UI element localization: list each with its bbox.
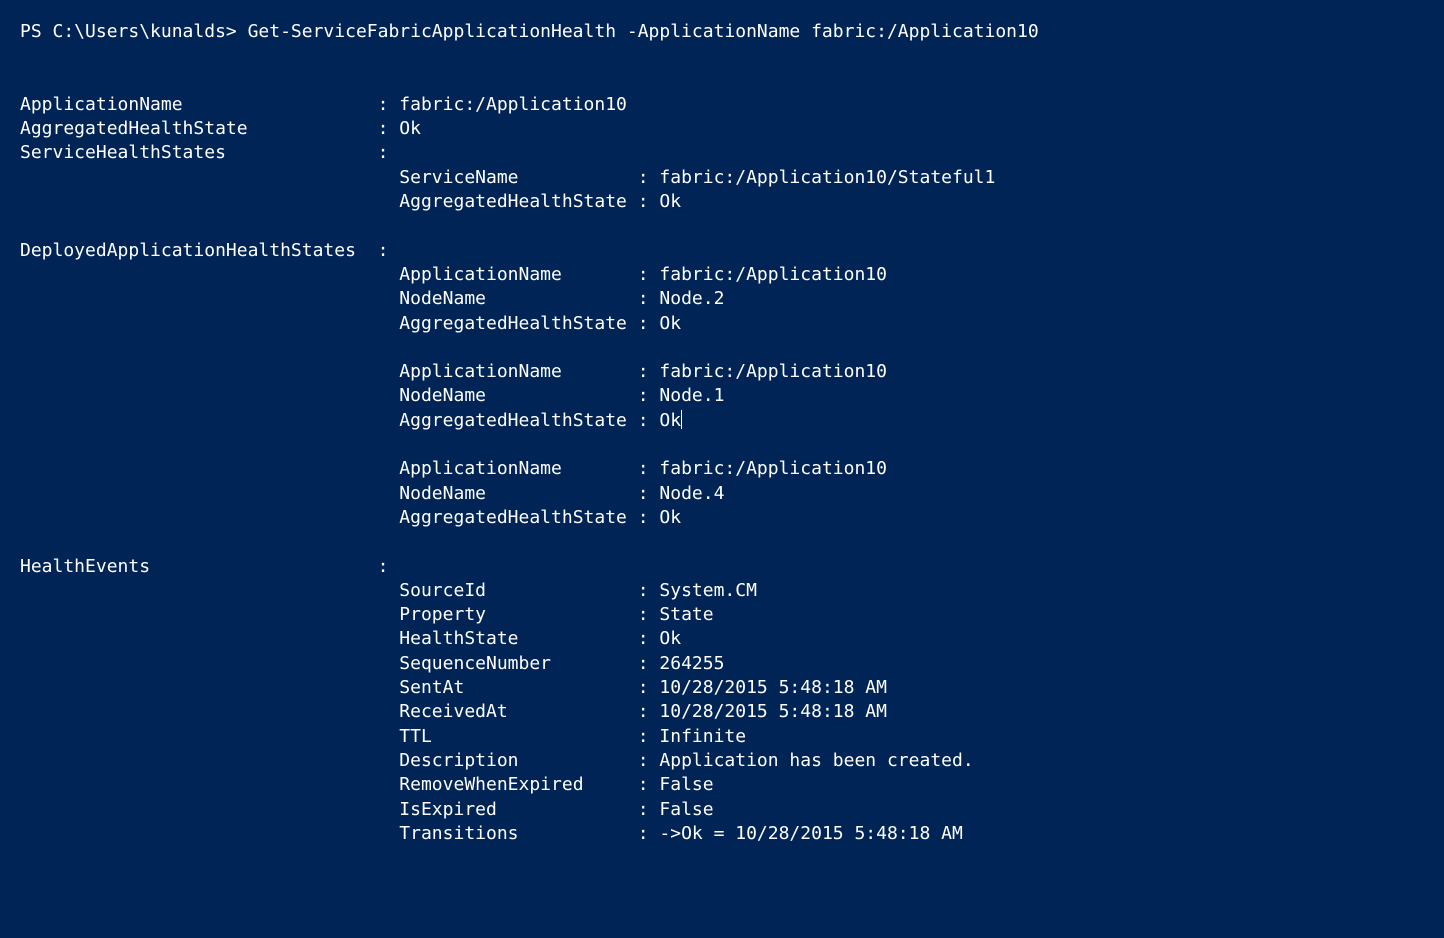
dep1-agg-value: Ok <box>659 410 681 431</box>
dep2-app-label: ApplicationName <box>399 458 627 479</box>
dep0-node-label: NodeName <box>399 288 627 309</box>
he-property-label: Property <box>399 604 627 625</box>
dep1-node-value: Node.1 <box>659 385 724 406</box>
he-seqnum-label: SequenceNumber <box>399 653 627 674</box>
he-removewhen-value: False <box>659 774 713 795</box>
sub-servname-value: fabric:/Application10/Stateful1 <box>659 167 995 188</box>
prop-deployed-label: DeployedApplicationHealthStates <box>20 240 367 261</box>
prompt-text: PS C:\Users\kunalds> <box>20 21 248 42</box>
he-isexpired-label: IsExpired <box>399 799 627 820</box>
he-healthstate-label: HealthState <box>399 628 627 649</box>
he-sourceid-value: System.CM <box>659 580 757 601</box>
dep0-app-value: fabric:/Application10 <box>659 264 887 285</box>
cursor-icon <box>681 410 682 429</box>
dep2-node-label: NodeName <box>399 483 627 504</box>
he-transitions-value: ->Ok = 10/28/2015 5:48:18 AM <box>659 823 962 844</box>
dep1-app-label: ApplicationName <box>399 361 627 382</box>
dep2-app-value: fabric:/Application10 <box>659 458 887 479</box>
he-seqnum-value: 264255 <box>659 653 724 674</box>
prop-servicehealth-label: ServiceHealthStates <box>20 142 367 163</box>
he-sourceid-label: SourceId <box>399 580 627 601</box>
prop-aggstate-label: AggregatedHealthState <box>20 118 367 139</box>
dep1-node-label: NodeName <box>399 385 627 406</box>
prop-appname-label: ApplicationName <box>20 94 367 115</box>
he-transitions-label: Transitions <box>399 823 627 844</box>
dep2-agg-label: AggregatedHealthState <box>399 507 627 528</box>
he-sentat-value: 10/28/2015 5:48:18 AM <box>659 677 887 698</box>
he-isexpired-value: False <box>659 799 713 820</box>
prop-aggstate-value: Ok <box>399 118 421 139</box>
terminal-output[interactable]: PS C:\Users\kunalds> Get-ServiceFabricAp… <box>20 20 1424 846</box>
he-description-value: Application has been created. <box>659 750 973 771</box>
dep2-node-value: Node.4 <box>659 483 724 504</box>
command-text: Get-ServiceFabricApplicationHealth -Appl… <box>248 21 1039 42</box>
he-ttl-value: Infinite <box>659 726 746 747</box>
he-healthstate-value: Ok <box>659 628 681 649</box>
dep1-agg-label: AggregatedHealthState <box>399 410 627 431</box>
dep2-agg-value: Ok <box>659 507 681 528</box>
he-ttl-label: TTL <box>399 726 627 747</box>
dep0-app-label: ApplicationName <box>399 264 627 285</box>
sub-servagg-label: AggregatedHealthState <box>399 191 627 212</box>
dep0-node-value: Node.2 <box>659 288 724 309</box>
he-receivedat-value: 10/28/2015 5:48:18 AM <box>659 701 887 722</box>
he-receivedat-label: ReceivedAt <box>399 701 627 722</box>
he-property-value: State <box>659 604 713 625</box>
sub-servagg-value: Ok <box>659 191 681 212</box>
prop-healthevents-label: HealthEvents <box>20 556 367 577</box>
he-description-label: Description <box>399 750 627 771</box>
prop-appname-value: fabric:/Application10 <box>399 94 627 115</box>
sub-servname-label: ServiceName <box>399 167 627 188</box>
he-sentat-label: SentAt <box>399 677 627 698</box>
dep0-agg-label: AggregatedHealthState <box>399 313 627 334</box>
he-removewhen-label: RemoveWhenExpired <box>399 774 627 795</box>
dep0-agg-value: Ok <box>659 313 681 334</box>
dep1-app-value: fabric:/Application10 <box>659 361 887 382</box>
